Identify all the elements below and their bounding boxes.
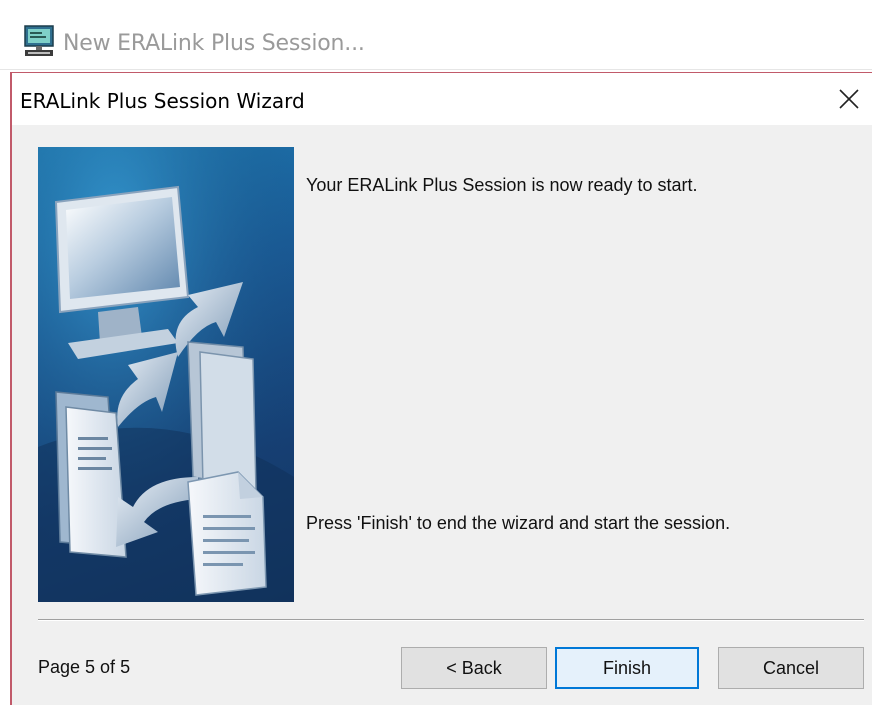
session-wizard-dialog: ERALink Plus Session Wizard Your ERALink…	[10, 72, 872, 705]
ready-message: Your ERALink Plus Session is now ready t…	[306, 175, 698, 195]
dialog-title: ERALink Plus Session Wizard	[20, 89, 305, 113]
close-icon	[839, 89, 859, 109]
finish-instruction: Press 'Finish' to end the wizard and sta…	[306, 513, 731, 533]
page-indicator: Page 5 of 5	[38, 657, 131, 677]
outer-titlebar: New ERALink Plus Session...	[0, 0, 872, 70]
outer-window-title: New ERALink Plus Session...	[63, 31, 365, 56]
close-button[interactable]	[826, 73, 872, 125]
back-button[interactable]: < Back	[401, 647, 547, 689]
terminal-computer-icon	[22, 24, 56, 58]
wizard-transfer-illustration	[38, 147, 294, 602]
dialog-body: Your ERALink Plus Session is now ready t…	[12, 125, 872, 705]
dialog-titlebar[interactable]: ERALink Plus Session Wizard	[12, 73, 872, 125]
cancel-button[interactable]: Cancel	[718, 647, 864, 689]
finish-button[interactable]: Finish	[555, 647, 699, 689]
footer-separator	[38, 619, 864, 621]
